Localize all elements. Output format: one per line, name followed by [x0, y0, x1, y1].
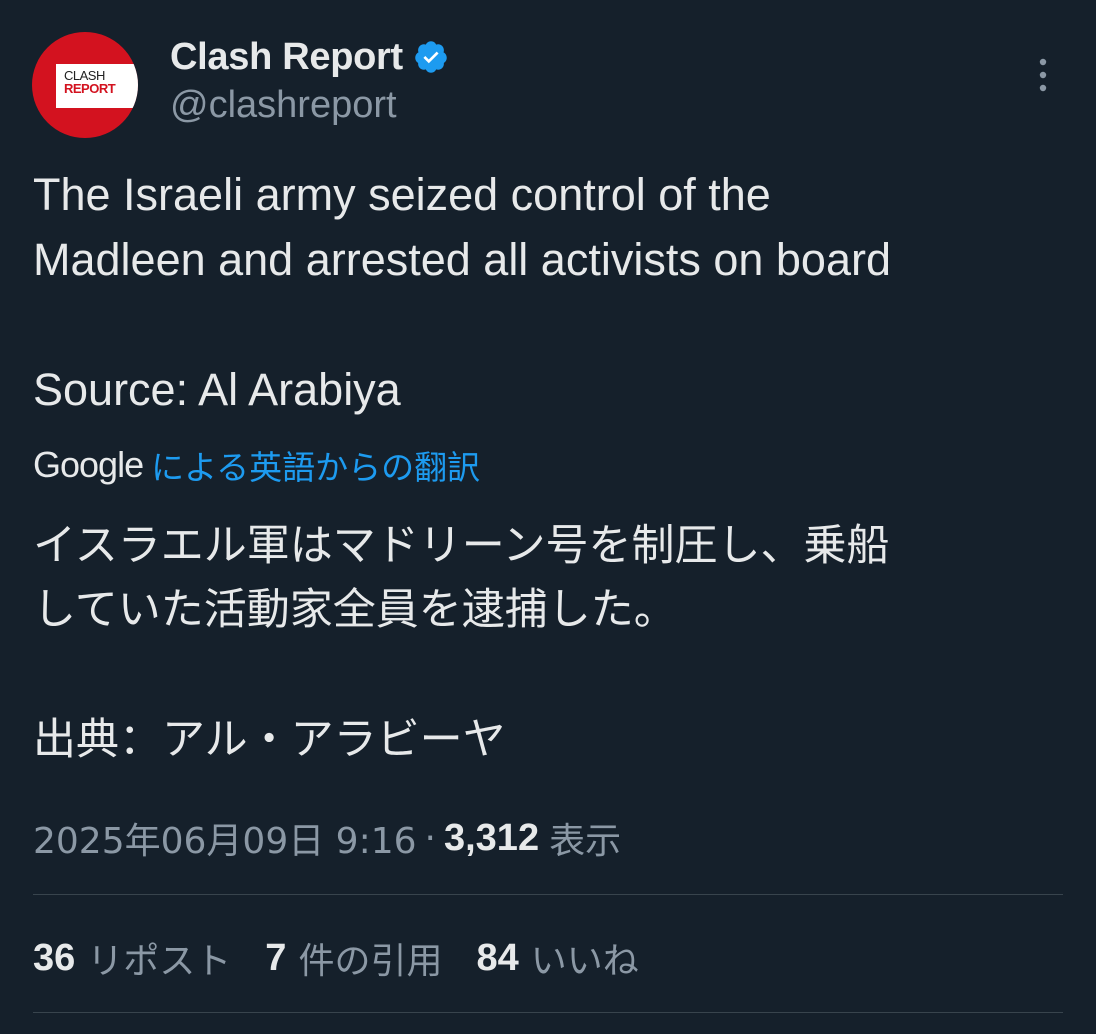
translation-attribution: Google による英語からの翻訳: [33, 440, 480, 490]
views-count: 3,312: [443, 816, 540, 859]
likes-count: 84: [476, 936, 519, 979]
author-name-row[interactable]: Clash Report: [170, 34, 449, 80]
clash-report-logo: CLASH REPORT: [56, 64, 138, 108]
verified-badge-icon: [415, 41, 447, 73]
engagement-stats: 36 リポスト 7 件の引用 84 いいね: [33, 930, 673, 986]
likes-label: いいね: [530, 941, 639, 982]
meta-separator: ·: [424, 817, 436, 859]
avatar[interactable]: CLASH REPORT: [32, 32, 138, 138]
google-logo: Google: [33, 444, 144, 485]
quotes-stat[interactable]: 7 件の引用: [265, 932, 442, 984]
timestamp[interactable]: 2025年06月09日 9:16: [33, 812, 417, 864]
quotes-count: 7: [265, 936, 287, 979]
divider: [33, 894, 1063, 895]
more-options-icon[interactable]: [1030, 56, 1056, 94]
reposts-label: リポスト: [87, 941, 232, 982]
tweet-meta: 2025年06月09日 9:16 · 3,312 表示: [33, 812, 621, 864]
views-label: 表示: [549, 821, 622, 862]
quotes-label: 件の引用: [298, 941, 443, 982]
tweet-source-line: Source: Al Arabiya: [33, 364, 401, 415]
handle[interactable]: @clashreport: [170, 84, 397, 127]
translated-text: イスラエル軍はマドリーン号を制圧し、乗船 していた活動家全員を逮捕した。: [33, 521, 890, 635]
reposts-count: 36: [33, 936, 76, 979]
display-name[interactable]: Clash Report: [170, 36, 403, 79]
divider: [33, 1012, 1063, 1013]
avatar-logo-text-bottom: REPORT: [64, 81, 116, 96]
tweet-text: The Israeli army seized control of the M…: [33, 169, 891, 285]
reposts-stat[interactable]: 36 リポスト: [33, 932, 231, 984]
translation-link[interactable]: による英語からの翻訳: [151, 441, 480, 489]
likes-stat[interactable]: 84 いいね: [476, 932, 638, 984]
translated-source-line: 出典：アル・アラビーヤ: [33, 715, 506, 765]
